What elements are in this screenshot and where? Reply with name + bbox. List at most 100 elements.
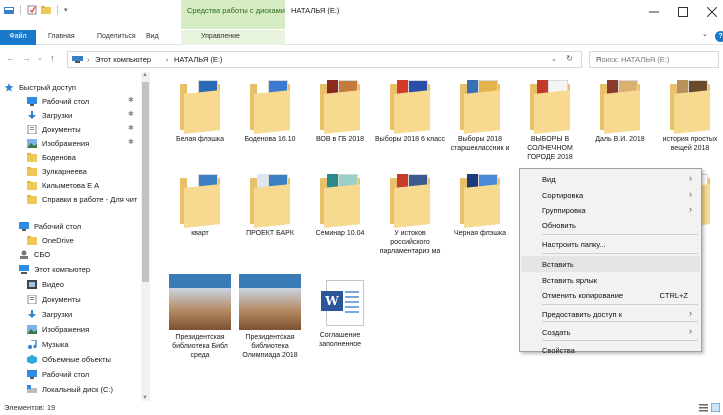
context-menu-label: Вставить — [542, 260, 574, 269]
file-label: Выборы 2018 6 класс — [375, 136, 445, 143]
breadcrumb-separator-icon[interactable]: › — [166, 55, 169, 64]
sidebar-item-label: Быстрый доступ — [19, 82, 76, 92]
sidebar-item-pictures[interactable]: Изображения ✱ — [27, 136, 134, 150]
context-menu-item-undo-copy[interactable]: Отменить копирование CTRL+Z — [521, 287, 700, 303]
folder-item[interactable]: Семинар 10.04 — [304, 172, 376, 238]
folder-item[interactable]: Выборы 2018 старшеклассник и — [444, 78, 516, 153]
documents-icon — [27, 124, 37, 134]
back-arrow-icon[interactable]: ← — [6, 53, 15, 63]
address-dropdown-icon[interactable]: ⌄ — [551, 55, 557, 63]
folder-item[interactable]: Белая флэшка — [164, 78, 236, 144]
context-menu-item-give-access[interactable]: Предоставить доступ к › — [521, 306, 700, 322]
details-view-icon[interactable] — [699, 403, 708, 412]
file-label: Белая флэшка — [176, 136, 224, 143]
sidebar-item-pictures-pc[interactable]: Изображения — [27, 322, 89, 336]
document-item[interactable]: W Соглашение заполненное — [304, 274, 376, 349]
folder-item[interactable]: ВОВ в ГБ 2018 — [304, 78, 376, 144]
sidebar-item-music[interactable]: Музыка — [27, 337, 69, 351]
image-item[interactable]: Президентская библиотека Олимпиада 2018 — [234, 274, 306, 360]
refresh-icon[interactable]: ↻ — [566, 54, 573, 63]
sidebar-item-kilymetova[interactable]: Килыметова Е А — [27, 178, 99, 192]
pin-icon[interactable]: ✱ — [128, 110, 134, 118]
nav-pane-scrollbar[interactable]: ▲ ▼ — [141, 72, 150, 401]
pin-icon[interactable]: ✱ — [128, 138, 134, 146]
folder-icon — [248, 172, 292, 228]
address-bar[interactable]: › Этот компьютер › НАТАЛЬЯ (E:) ⌄ ↻ — [67, 51, 582, 68]
minimize-icon — [649, 11, 659, 13]
context-menu-item-view[interactable]: Вид › — [521, 171, 700, 187]
context-menu-item-new[interactable]: Создать › — [521, 324, 700, 340]
forward-arrow-icon[interactable]: → — [22, 53, 31, 63]
sidebar-item-desktop-root[interactable]: Рабочий стол — [19, 219, 81, 233]
folder-item[interactable]: Боденова 16.10 — [234, 78, 306, 144]
maximize-button[interactable] — [670, 2, 696, 22]
pin-icon[interactable]: ✱ — [128, 124, 134, 132]
download-icon — [27, 309, 37, 319]
sidebar-item-desktop[interactable]: Рабочий стол ✱ — [27, 94, 134, 108]
folder-item[interactable]: Даль В.И. 2018 — [584, 78, 656, 144]
tab-share[interactable]: Поделиться — [97, 30, 136, 45]
sidebar-item-videos[interactable]: Видео — [27, 277, 64, 291]
folder-item[interactable]: Черная флэшка — [444, 172, 516, 238]
folder-item[interactable]: ВЫБОРЫ В СОЛНЕЧНОМ ГОРОДЕ 2018 — [514, 78, 586, 162]
tab-manage[interactable]: Управление — [181, 30, 285, 45]
sidebar-item-user-sbo[interactable]: СБО — [19, 247, 50, 261]
folder-item[interactable]: Выборы 2018 6 класс — [374, 78, 446, 144]
context-menu-item-properties[interactable]: Свойства — [521, 342, 700, 358]
sidebar-item-downloads-pc[interactable]: Загрузки — [27, 307, 72, 321]
context-menu-item-paste-shortcut[interactable]: Вставить ярлык — [521, 272, 700, 288]
folder-item[interactable]: У истоков российского парламентариз ма — [374, 172, 446, 256]
sidebar-item-documents-pc[interactable]: Документы — [27, 292, 81, 306]
customize-toolbar-icon[interactable]: ▾ — [64, 6, 68, 14]
new-folder-icon[interactable] — [41, 5, 51, 15]
explorer-icon[interactable] — [4, 5, 14, 15]
sidebar-item-downloads[interactable]: Загрузки ✱ — [27, 108, 134, 122]
breadcrumb-this-pc[interactable]: Этот компьютер — [95, 55, 151, 64]
folder-item[interactable]: история простых вещей 2018 — [654, 78, 723, 153]
sidebar-item-label: Изображения — [42, 324, 90, 334]
large-icons-view-icon[interactable] — [711, 403, 720, 412]
help-icon[interactable]: ? — [715, 31, 723, 42]
search-box[interactable]: Поиск: НАТАЛЬЯ (E:) ⌕ — [589, 51, 719, 68]
close-button[interactable] — [699, 2, 723, 22]
minimize-button[interactable] — [641, 2, 667, 22]
sidebar-item-label: Документы — [42, 124, 81, 134]
folder-item[interactable]: ПРОЕКТ БАРК — [234, 172, 306, 238]
sidebar-item-desktop-pc[interactable]: Рабочий стол — [27, 367, 89, 381]
sidebar-item-zulkarneeva[interactable]: Зулкарнеева — [27, 164, 87, 178]
sidebar-item-onedrive[interactable]: OneDrive — [27, 233, 74, 247]
context-menu-item-group[interactable]: Группировка › — [521, 202, 700, 218]
scrollbar-thumb[interactable] — [142, 82, 149, 282]
tab-view[interactable]: Вид — [146, 30, 159, 45]
sidebar-item-3d-objects[interactable]: Объемные объекты — [27, 352, 111, 366]
context-menu-label: Предоставить доступ к — [542, 310, 622, 319]
pin-icon[interactable]: ✱ — [128, 96, 134, 104]
documents-icon — [27, 294, 37, 304]
context-menu-item-customize-folder[interactable]: Настроить папку... — [521, 236, 700, 252]
context-menu-item-sort[interactable]: Сортировка › — [521, 187, 700, 203]
context-menu-item-refresh[interactable]: Обновить — [521, 217, 700, 233]
properties-icon[interactable] — [27, 5, 37, 15]
sidebar-item-bodenova[interactable]: Боденова — [27, 150, 76, 164]
scroll-up-icon[interactable]: ▲ — [142, 72, 148, 78]
tab-home[interactable]: Главная — [48, 30, 75, 45]
sidebar-item-local-disk-c[interactable]: Локальный диск (C:) — [27, 382, 113, 396]
sidebar-item-spravki[interactable]: Справки в работе - Для чит — [27, 192, 137, 206]
up-arrow-icon[interactable]: ↑ — [50, 53, 55, 63]
image-item[interactable]: Президентская библиотека Библ среда — [164, 274, 236, 360]
breadcrumb-drive[interactable]: НАТАЛЬЯ (E:) — [174, 55, 222, 64]
recent-locations-icon[interactable]: ⌄ — [37, 54, 43, 62]
toolbar-separator — [20, 5, 21, 15]
breadcrumb-separator-icon[interactable]: › — [87, 55, 90, 64]
context-menu-item-paste[interactable]: Вставить — [521, 256, 700, 272]
menu-separator — [542, 321, 698, 322]
sidebar-item-quick-access[interactable]: Быстрый доступ — [4, 80, 76, 94]
search-icon[interactable]: ⌕ — [596, 53, 714, 64]
sidebar-item-documents[interactable]: Документы ✱ — [27, 122, 134, 136]
tab-file[interactable]: Файл — [0, 30, 36, 45]
folder-item[interactable]: кварт — [164, 172, 236, 238]
desktop-icon — [27, 96, 37, 106]
expand-ribbon-icon[interactable]: ⌄ — [702, 30, 708, 38]
pictures-icon — [27, 324, 37, 334]
sidebar-item-this-pc[interactable]: Этот компьютер — [19, 262, 90, 276]
